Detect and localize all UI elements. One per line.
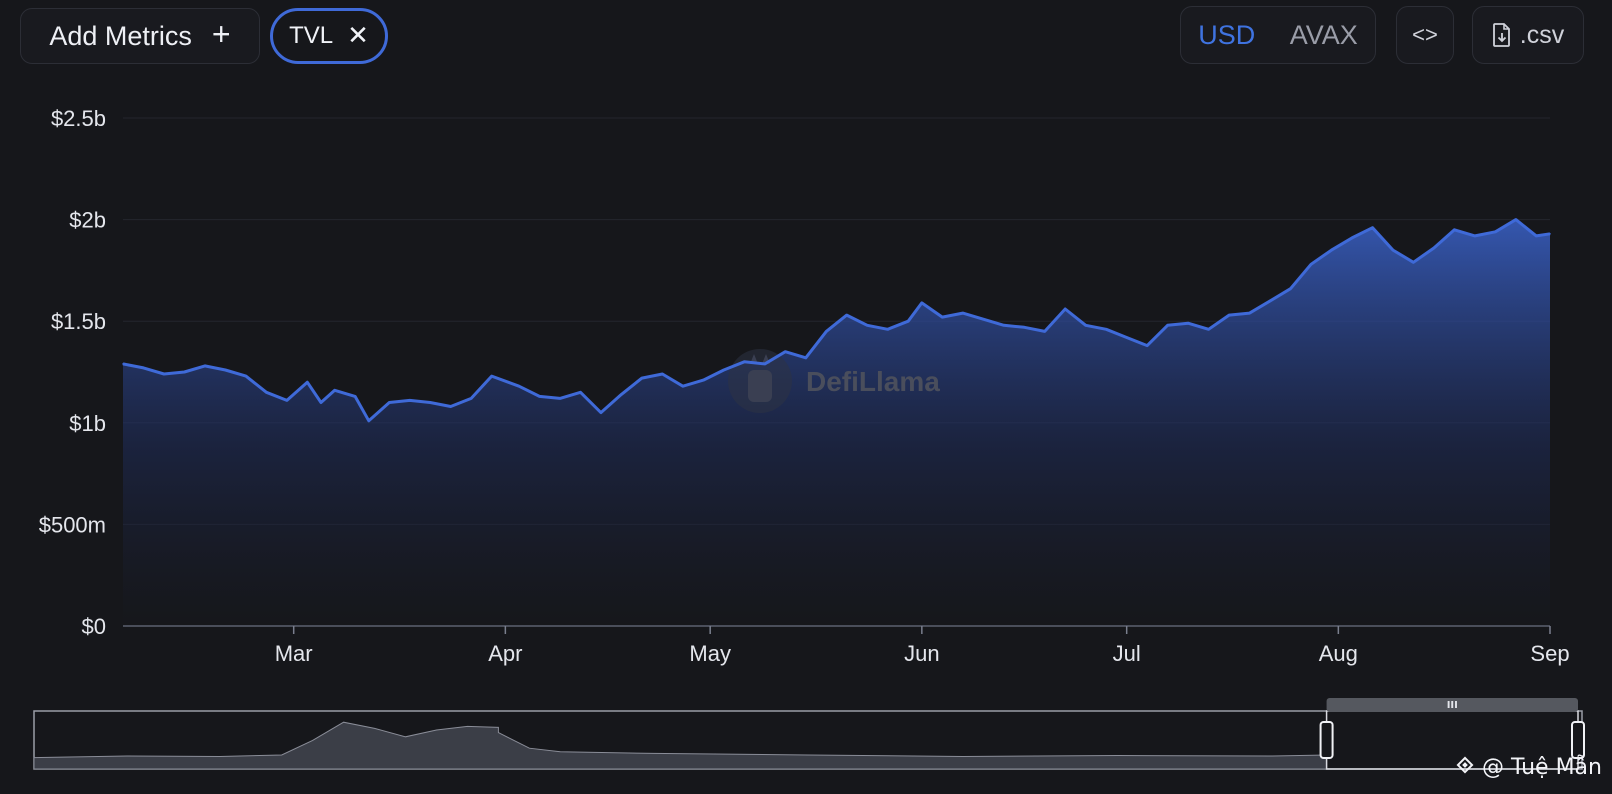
tvl-data-point — [982, 318, 985, 321]
tvl-data-point — [1228, 314, 1230, 316]
tvl-data-point — [1474, 235, 1476, 237]
tvl-data-point — [559, 397, 561, 400]
range-navigator[interactable]: III — [33, 698, 1585, 770]
y-tick-label: $0 — [82, 614, 106, 639]
tvl-data-point — [1289, 287, 1292, 290]
x-tick-label: Sep — [1530, 641, 1569, 666]
tvl-data-point — [1433, 247, 1435, 249]
tvl-data-point — [1207, 328, 1210, 331]
tvl-data-point — [1392, 249, 1394, 251]
tvl-data-point — [1351, 237, 1353, 239]
tvl-data-point — [1535, 235, 1538, 237]
tvl-data-point — [907, 320, 909, 323]
tvl-data-point — [641, 377, 643, 379]
tvl-data-point — [1248, 312, 1251, 314]
drag-grip-icon: III — [1447, 700, 1458, 711]
tvl-data-point — [449, 405, 452, 408]
x-tick-label: Mar — [275, 641, 313, 666]
tvl-data-point — [409, 399, 411, 402]
tvl-data-point — [1084, 324, 1087, 327]
tvl-data-point — [600, 411, 602, 414]
x-tick-label: May — [689, 641, 731, 666]
tvl-data-point — [1043, 330, 1046, 333]
tvl-data-point — [265, 391, 268, 394]
tvl-data-point — [723, 369, 725, 371]
tvl-data-point — [1494, 231, 1497, 233]
tvl-data-point — [224, 369, 227, 371]
y-tick-label: $1.5b — [51, 309, 106, 334]
tvl-data-point — [490, 375, 493, 377]
tvl-data-point — [764, 363, 766, 365]
tvl-data-point — [579, 391, 582, 394]
y-tick-label: $1b — [69, 411, 106, 436]
tvl-data-point — [429, 401, 432, 404]
tvl-data-point — [1023, 326, 1026, 329]
tvl-data-point — [1269, 300, 1271, 302]
tvl-data-point — [245, 375, 247, 377]
tvl-data-point — [163, 373, 165, 375]
tvl-data-point — [1330, 249, 1333, 251]
tvl-data-point — [661, 373, 664, 375]
tvl-data-point — [941, 316, 944, 318]
credit-text: @ Tuệ Mẫn — [1482, 754, 1602, 780]
tvl-data-point — [183, 371, 186, 373]
tvl-data-point — [962, 312, 964, 314]
tvl-data-point — [1146, 344, 1148, 347]
tvl-data-point — [142, 367, 145, 369]
y-tick-label: $2b — [69, 208, 106, 233]
x-tick-label: Apr — [488, 641, 522, 666]
tvl-data-point — [1125, 336, 1128, 339]
tvl-data-point — [825, 330, 828, 333]
tvl-data-point — [368, 420, 370, 422]
y-tick-label: $500m — [39, 512, 106, 537]
x-tick-label: Aug — [1319, 641, 1358, 666]
tvl-data-point — [845, 314, 848, 316]
x-tick-label: Jun — [904, 641, 939, 666]
tvl-data-point — [518, 385, 520, 388]
tvl-data-point — [1187, 322, 1189, 325]
tvl-data-point — [805, 357, 807, 359]
tvl-data-point — [682, 385, 684, 388]
tvl-data-point — [538, 395, 541, 398]
x-tick-label: Jul — [1113, 641, 1141, 666]
tvl-data-point — [921, 302, 923, 304]
tvl-data-point — [1166, 324, 1169, 327]
tvl-data-point — [866, 324, 868, 327]
tvl-data-point — [1105, 328, 1107, 331]
tvl-data-point — [1453, 229, 1456, 231]
tvl-data-point — [1515, 218, 1517, 221]
tvl-data-point — [306, 381, 309, 384]
tvl-data-point — [333, 389, 336, 392]
tvl-data-point — [1371, 226, 1374, 229]
tvl-data-point — [702, 379, 705, 381]
watermark-text: DefiLlama — [806, 366, 940, 397]
tvl-data-point — [1549, 233, 1551, 235]
tvl-data-point — [388, 401, 391, 404]
tvl-data-point — [320, 401, 322, 404]
tvl-data-point — [1310, 263, 1312, 266]
navigator-right-handle[interactable] — [1571, 721, 1585, 759]
tvl-data-point — [1412, 261, 1415, 264]
tvl-data-point — [286, 399, 288, 402]
tvl-data-point — [886, 328, 889, 331]
tvl-data-point — [354, 395, 356, 398]
tvl-data-point — [784, 350, 787, 353]
tvl-chart: DefiLlama $0 $500m $1b $1.5b $2b $2.5b Mar Apr… — [33, 106, 1602, 780]
y-tick-label: $2.5b — [51, 106, 106, 131]
tvl-data-point — [470, 397, 473, 400]
tvl-data-point — [204, 365, 206, 367]
tvl-data-point — [743, 361, 746, 363]
tvl-data-point — [620, 393, 623, 396]
tvl-data-point — [122, 363, 124, 365]
tvl-area-fill — [123, 219, 1550, 626]
tvl-data-point — [1064, 308, 1066, 310]
navigator-left-handle[interactable] — [1319, 721, 1334, 759]
tvl-data-point — [1003, 324, 1005, 327]
